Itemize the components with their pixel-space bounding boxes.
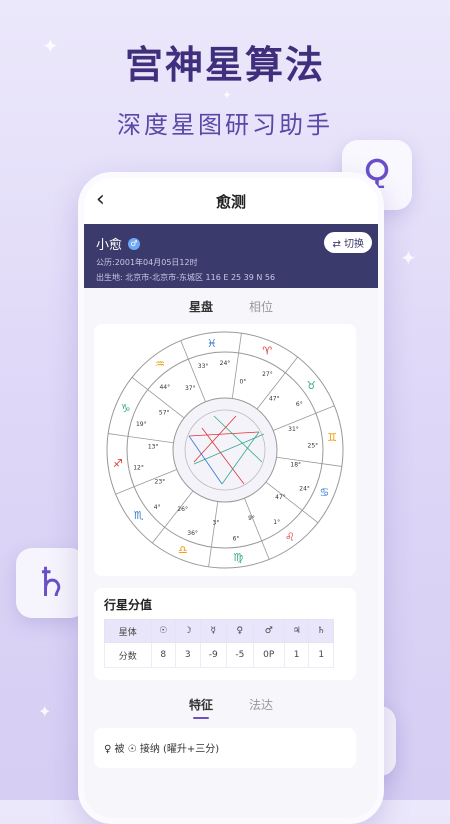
back-button[interactable]: ‹ bbox=[96, 187, 105, 212]
degree-label: 33° bbox=[198, 363, 209, 370]
degree-label: 4° bbox=[154, 504, 161, 511]
tab-features[interactable]: 特征 bbox=[189, 696, 213, 719]
profile-header: 小愈 ♂ 公历:2001年04月05日12时 出生地: 北京市-北京市-东城区 … bbox=[84, 224, 378, 288]
score-header-row: 星体 ☉ ☽ ☿ ♀ ♂ ♃ ♄ bbox=[104, 619, 334, 643]
hero-subtitle: 深度星图研习助手 bbox=[117, 111, 333, 139]
score-value: 0P bbox=[252, 642, 285, 668]
nav-bar: ‹ 愈测 bbox=[84, 178, 378, 224]
degree-label: 57° bbox=[159, 409, 170, 416]
degree-label: 31° bbox=[288, 426, 299, 433]
planet-score-card: 行星分值 星体 ☉ ☽ ☿ ♀ ♂ ♃ ♄ 分数 8 3 -9 -5 0P 1 … bbox=[94, 588, 356, 680]
feature-item: ♀ 被 ☉ 接纳 (曜升+三分) bbox=[94, 728, 356, 768]
saturn-icon: ♄ bbox=[16, 548, 86, 618]
degree-label: 24° bbox=[220, 360, 231, 367]
content-card: 星盘 相位 ♈ ♉ ♊ ♋ ♌ ♍ ♎ ♏ ♐ ♑ ♒ ♓ 24° 0° 27°… bbox=[84, 288, 378, 818]
degree-label: 6° bbox=[233, 535, 240, 542]
phone-frame: ‹ 愈测 小愈 ♂ 公历:2001年04月05日12时 出生地: 北京市-北京市… bbox=[78, 172, 384, 824]
switch-label: 切换 bbox=[344, 239, 364, 250]
planet-jupiter-icon: ♃ bbox=[283, 619, 310, 643]
hero-title: 宫神星算法 bbox=[124, 43, 325, 87]
planet-mars-icon: ♂ bbox=[252, 619, 285, 643]
score-value: 1 bbox=[283, 642, 310, 668]
degree-label: 27° bbox=[262, 371, 273, 378]
degree-label: 47° bbox=[275, 494, 286, 501]
header-label: 星体 bbox=[104, 619, 152, 643]
degree-label: 1° bbox=[273, 519, 280, 526]
birth-date: 公历:2001年04月05日12时 bbox=[96, 258, 198, 267]
degree-label: 26° bbox=[177, 506, 188, 513]
zodiac-sign-icon: ♉ bbox=[306, 379, 316, 392]
zodiac-sign-icon: ♏ bbox=[134, 509, 144, 522]
zodiac-sign-icon: ♑ bbox=[121, 402, 131, 415]
score-value-row: 分数 8 3 -9 -5 0P 1 1 bbox=[104, 642, 334, 668]
natal-chart: ♈ ♉ ♊ ♋ ♌ ♍ ♎ ♏ ♐ ♑ ♒ ♓ 24° 0° 27° 47° 6° 31° 25° 18° 24° 47… bbox=[94, 324, 356, 576]
planet-saturn-icon: ♄ bbox=[308, 619, 334, 643]
planet-venus-icon: ♀ bbox=[226, 619, 254, 643]
feature-tabs: 特征 法达 bbox=[84, 696, 378, 719]
degree-label: 44° bbox=[159, 384, 170, 391]
score-value: 1 bbox=[308, 642, 334, 668]
degree-label: 18° bbox=[290, 461, 301, 468]
degree-label: 3° bbox=[213, 519, 220, 526]
switch-button[interactable]: ⇄ 切换 bbox=[324, 232, 372, 253]
birth-place: 出生地: 北京市-北京市-东城区 116 E 25 39 N 56 bbox=[96, 273, 276, 282]
natal-chart-wheel: ♈ ♉ ♊ ♋ ♌ ♍ ♎ ♏ ♐ ♑ ♒ ♓ 24° 0° 27° 47° 6° 31° 25° 18° 24° 47… bbox=[106, 331, 344, 569]
sparkle-icon: ✦ bbox=[38, 702, 52, 721]
zodiac-sign-icon: ♍ bbox=[233, 551, 243, 564]
planet-sun-icon: ☉ bbox=[150, 619, 177, 643]
planet-mercury-icon: ☿ bbox=[199, 619, 228, 643]
male-icon: ♂ bbox=[128, 237, 141, 250]
score-value: 8 bbox=[150, 642, 177, 668]
degree-label: 9° bbox=[248, 515, 255, 522]
zodiac-sign-icon: ♐ bbox=[113, 457, 123, 470]
tab-fardar[interactable]: 法达 bbox=[249, 696, 273, 713]
zodiac-sign-icon: ♋ bbox=[319, 486, 329, 499]
sparkle-icon: ✦ bbox=[42, 34, 59, 58]
degree-label: 6° bbox=[296, 401, 303, 408]
page-title: 愈测 bbox=[215, 192, 246, 211]
sparkle-icon: ✦ bbox=[222, 88, 233, 102]
zodiac-sign-icon: ♓ bbox=[207, 337, 217, 350]
score-value: 3 bbox=[175, 642, 201, 668]
degree-label: 37° bbox=[185, 385, 196, 392]
profile-name: 小愈 bbox=[96, 238, 123, 253]
score-value: -9 bbox=[199, 642, 228, 668]
planet-moon-icon: ☽ bbox=[175, 619, 201, 643]
score-value: -5 bbox=[226, 642, 254, 668]
row-label: 分数 bbox=[104, 642, 152, 668]
zodiac-sign-icon: ♎ bbox=[178, 543, 188, 556]
zodiac-sign-icon: ♒ bbox=[155, 358, 165, 371]
zodiac-sign-icon: ♊ bbox=[327, 431, 337, 444]
degree-label: 25° bbox=[308, 442, 319, 449]
zodiac-sign-icon: ♌ bbox=[285, 530, 295, 543]
degree-label: 23° bbox=[155, 479, 166, 486]
degree-label: 36° bbox=[187, 530, 198, 537]
score-title: 行星分值 bbox=[104, 598, 153, 612]
degree-label: 0° bbox=[239, 378, 246, 385]
sparkle-icon: ✦ bbox=[400, 246, 417, 270]
score-table: 星体 ☉ ☽ ☿ ♀ ♂ ♃ ♄ 分数 8 3 -9 -5 0P 1 1 bbox=[104, 619, 334, 668]
zodiac-sign-icon: ♈ bbox=[262, 345, 272, 358]
degree-label: 13° bbox=[148, 443, 159, 450]
degree-label: 12° bbox=[133, 464, 144, 471]
degree-label: 24° bbox=[299, 485, 310, 492]
degree-label: 47° bbox=[269, 396, 280, 403]
degree-label: 19° bbox=[136, 421, 147, 428]
